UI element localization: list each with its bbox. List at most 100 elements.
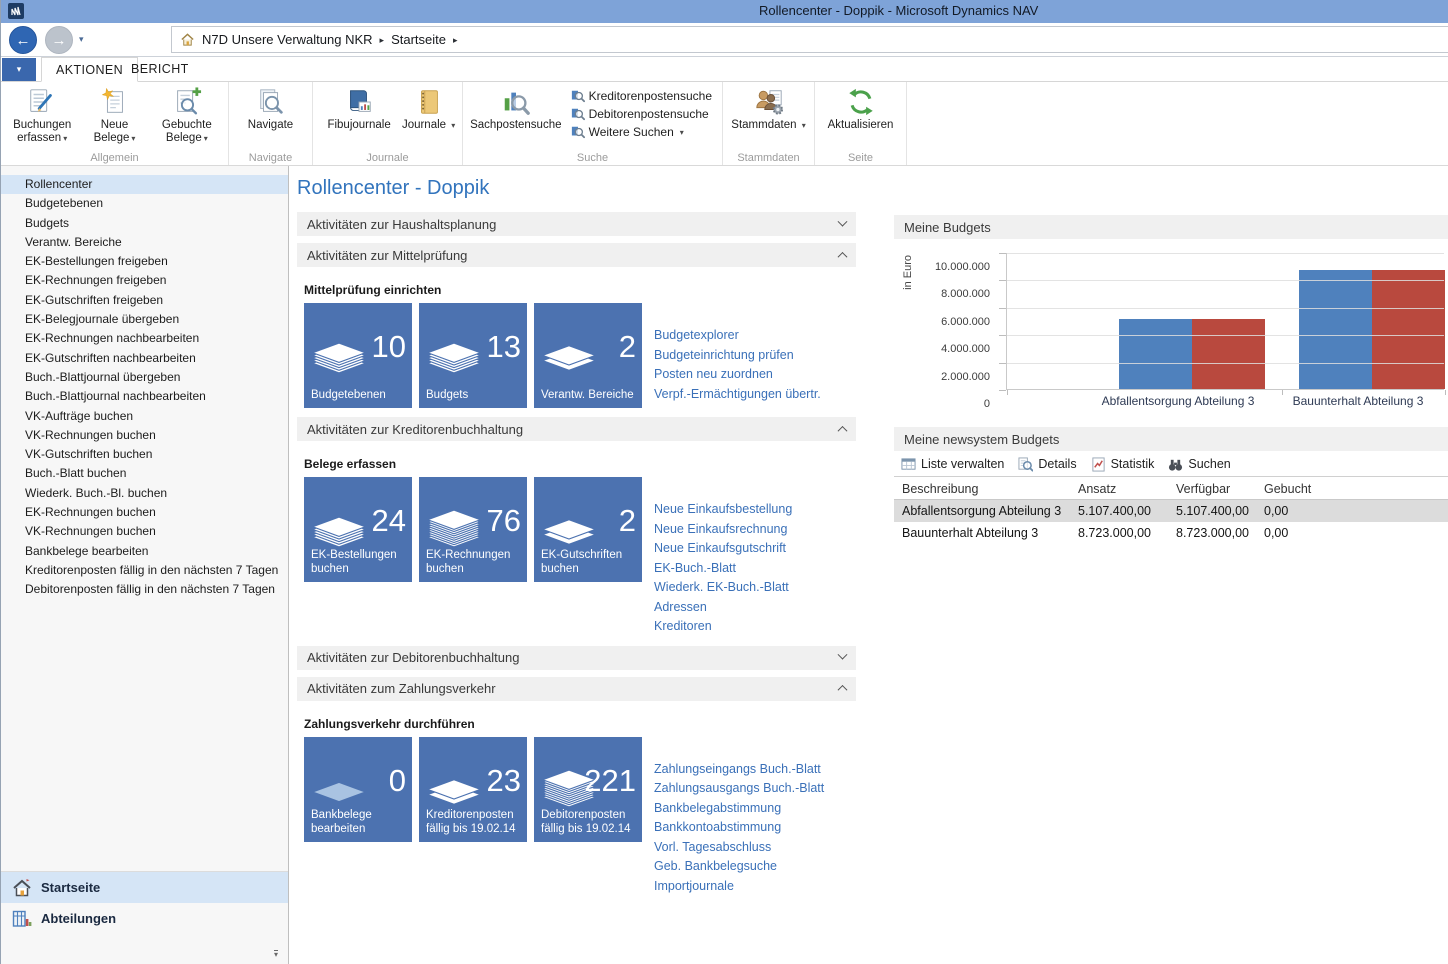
sidebar-item[interactable]: Rollencenter xyxy=(1,175,288,194)
action-link[interactable]: Geb. Bankbelegsuche xyxy=(654,857,824,877)
breadcrumb-segment-page[interactable]: Startseite xyxy=(391,32,446,47)
table-row[interactable]: Abfallentsorgung Abteilung 3 5.107.400,0… xyxy=(894,500,1448,522)
kreditorenpostensuche-button[interactable]: Kreditorenpostensuche xyxy=(571,89,712,103)
section-header-mittelpruefung[interactable]: Aktivitäten zur Mittelprüfung xyxy=(297,243,856,267)
weitere-suchen-button[interactable]: Weitere Suchen ▾ xyxy=(571,125,712,139)
column-header-gebucht[interactable]: Gebucht xyxy=(1256,482,1448,496)
application-menu-button[interactable]: ▾ xyxy=(2,58,36,81)
action-link[interactable]: Adressen xyxy=(654,598,792,618)
sidebar-item[interactable]: Verantw. Bereiche xyxy=(1,233,288,252)
section-title: Aktivitäten zur Haushaltsplanung xyxy=(307,217,496,232)
chart-bar[interactable] xyxy=(1192,319,1265,389)
journale-button[interactable]: Journale ▾ xyxy=(401,85,456,151)
sidebar-item[interactable]: VK-Gutschriften buchen xyxy=(1,445,288,464)
table-row[interactable]: Bauunterhalt Abteilung 3 8.723.000,00 8.… xyxy=(894,522,1448,544)
sidebar-item[interactable]: EK-Gutschriften nachbearbeiten xyxy=(1,349,288,368)
section-header-haushaltsplanung[interactable]: Aktivitäten zur Haushaltsplanung xyxy=(297,212,856,236)
sidebar-item[interactable]: VK-Rechnungen buchen xyxy=(1,426,288,445)
y-tick-mark xyxy=(999,280,1006,281)
sidebar-item-startseite[interactable]: Startseite xyxy=(1,872,288,903)
sidebar-item[interactable]: Wiederk. Buch.-Bl. buchen xyxy=(1,484,288,503)
action-link[interactable]: Verpf.-Ermächtigungen übertr. xyxy=(654,385,821,405)
sidebar-item[interactable]: Buch.-Blatt buchen xyxy=(1,464,288,483)
cue-tile[interactable]: 76 EK-Rechnungen buchen xyxy=(419,477,527,582)
section-header-zahlungsverkehr[interactable]: Aktivitäten zum Zahlungsverkehr xyxy=(297,677,856,701)
neue-belege-button[interactable]: Neue Belege▾ xyxy=(79,85,149,151)
sidebar-item[interactable]: Budgetebenen xyxy=(1,194,288,213)
sidebar-item[interactable]: Bankbelege bearbeiten xyxy=(1,542,288,561)
sidebar-item[interactable]: EK-Belegjournale übergeben xyxy=(1,310,288,329)
manage-list-button[interactable]: Liste verwalten xyxy=(901,457,1004,472)
buchungen-erfassen-button[interactable]: Buchungen erfassen▾ xyxy=(7,85,77,151)
sidebar-item-abteilungen[interactable]: Abteilungen xyxy=(1,903,288,934)
sidebar-item[interactable]: Budgets xyxy=(1,214,288,233)
chevron-up-icon xyxy=(838,425,848,435)
breadcrumb-segment-company[interactable]: N7D Unsere Verwaltung NKR xyxy=(202,32,373,47)
navigate-button[interactable]: Navigate xyxy=(235,85,306,151)
cue-tile[interactable]: 2 Verantw. Bereiche xyxy=(534,303,642,408)
fibujournale-button[interactable]: Fibujournale xyxy=(319,85,399,151)
cue-tile[interactable]: 13 Budgets xyxy=(419,303,527,408)
sidebar-item[interactable]: Buch.-Blattjournal übergeben xyxy=(1,368,288,387)
aktualisieren-button[interactable]: Aktualisieren xyxy=(821,85,900,151)
debitorenpostensuche-button[interactable]: Debitorenpostensuche xyxy=(571,107,712,121)
tab-bericht[interactable]: BERICHT xyxy=(117,57,203,82)
sidebar-item[interactable]: VK-Rechnungen buchen xyxy=(1,522,288,541)
chart-bar[interactable] xyxy=(1299,270,1372,390)
action-link[interactable]: Posten neu zuordnen xyxy=(654,365,821,385)
action-link[interactable]: EK-Buch.-Blatt xyxy=(654,559,792,579)
action-link[interactable]: Kreditoren xyxy=(654,617,792,637)
budgets-panel-header: Meine Budgets xyxy=(894,215,1448,239)
sidebar-item[interactable]: Kreditorenposten fällig in den nächsten … xyxy=(1,561,288,580)
sidebar-item[interactable]: VK-Aufträge buchen xyxy=(1,407,288,426)
chart-bar[interactable] xyxy=(1372,270,1445,390)
details-button[interactable]: Details xyxy=(1018,457,1076,472)
sidebar-item[interactable]: EK-Rechnungen freigeben xyxy=(1,271,288,290)
gebuchte-belege-button[interactable]: Gebuchte Belege▾ xyxy=(152,85,222,151)
action-link[interactable]: Zahlungseingangs Buch.-Blatt xyxy=(654,760,824,780)
forward-button[interactable]: → xyxy=(45,26,73,54)
statistik-button[interactable]: Statistik xyxy=(1091,457,1155,472)
cue-tile[interactable]: 23 Kreditorenposten fällig bis 19.02.14 xyxy=(419,737,527,842)
back-button[interactable]: ← xyxy=(9,26,37,54)
cue-count: 2 xyxy=(619,331,636,362)
ribbon-group-label: Journale xyxy=(313,152,462,164)
sidebar-item[interactable]: Buch.-Blattjournal nachbearbeiten xyxy=(1,387,288,406)
action-link[interactable]: Vorl. Tagesabschluss xyxy=(654,838,824,858)
chart-bar[interactable] xyxy=(1119,319,1192,389)
cue-tile[interactable]: 2 EK-Gutschriften buchen xyxy=(534,477,642,582)
action-link[interactable]: Bankbelegabstimmung xyxy=(654,799,824,819)
configure-buttons-icon[interactable]: ▾ xyxy=(274,950,278,958)
cue-tile[interactable]: 0 Bankbelege bearbeiten xyxy=(304,737,412,842)
cell-verfuegbar: 8.723.000,00 xyxy=(1168,526,1256,540)
sidebar-item[interactable]: EK-Gutschriften freigeben xyxy=(1,291,288,310)
action-link[interactable]: Wiederk. EK-Buch.-Blatt xyxy=(654,578,792,598)
window-title: Rollencenter - Doppik - Microsoft Dynami… xyxy=(759,3,1038,18)
sidebar-item[interactable]: EK-Rechnungen nachbearbeiten xyxy=(1,329,288,348)
section-header-kreditorenbuchhaltung[interactable]: Aktivitäten zur Kreditorenbuchhaltung xyxy=(297,417,856,441)
action-link[interactable]: Neue Einkaufsgutschrift xyxy=(654,539,792,559)
action-link[interactable]: Neue Einkaufsrechnung xyxy=(654,520,792,540)
sidebar-item[interactable]: Debitorenposten fällig in den nächsten 7… xyxy=(1,580,288,599)
cue-tile[interactable]: 221 Debitorenposten fällig bis 19.02.14 xyxy=(534,737,642,842)
column-header-verfuegbar[interactable]: Verfügbar xyxy=(1168,482,1256,496)
cue-tile[interactable]: 10 Budgetebenen xyxy=(304,303,412,408)
action-link[interactable]: Importjournale xyxy=(654,877,824,897)
sidebar-item[interactable]: EK-Bestellungen freigeben xyxy=(1,252,288,271)
suchen-button[interactable]: Suchen xyxy=(1168,457,1230,472)
home-icon[interactable] xyxy=(180,32,195,47)
action-link[interactable]: Budgeteinrichtung prüfen xyxy=(654,346,821,366)
sachpostensuche-button[interactable]: Sachpostensuche xyxy=(469,85,563,151)
action-link[interactable]: Neue Einkaufsbestellung xyxy=(654,500,792,520)
breadcrumb-arrow-icon: ▸ xyxy=(380,34,385,46)
action-link[interactable]: Budgetexplorer xyxy=(654,326,821,346)
stammdaten-button[interactable]: Stammdaten ▾ xyxy=(729,85,808,151)
history-dropdown-icon[interactable]: ▾ xyxy=(79,34,84,45)
sidebar-item[interactable]: EK-Rechnungen buchen xyxy=(1,503,288,522)
action-link[interactable]: Zahlungsausgangs Buch.-Blatt xyxy=(654,779,824,799)
column-header-beschreibung[interactable]: Beschreibung xyxy=(894,482,1070,496)
section-header-debitorenbuchhaltung[interactable]: Aktivitäten zur Debitorenbuchhaltung xyxy=(297,646,856,670)
column-header-ansatz[interactable]: Ansatz xyxy=(1070,482,1168,496)
cue-tile[interactable]: 24 EK-Bestellungen buchen xyxy=(304,477,412,582)
action-link[interactable]: Bankkontoabstimmung xyxy=(654,818,824,838)
